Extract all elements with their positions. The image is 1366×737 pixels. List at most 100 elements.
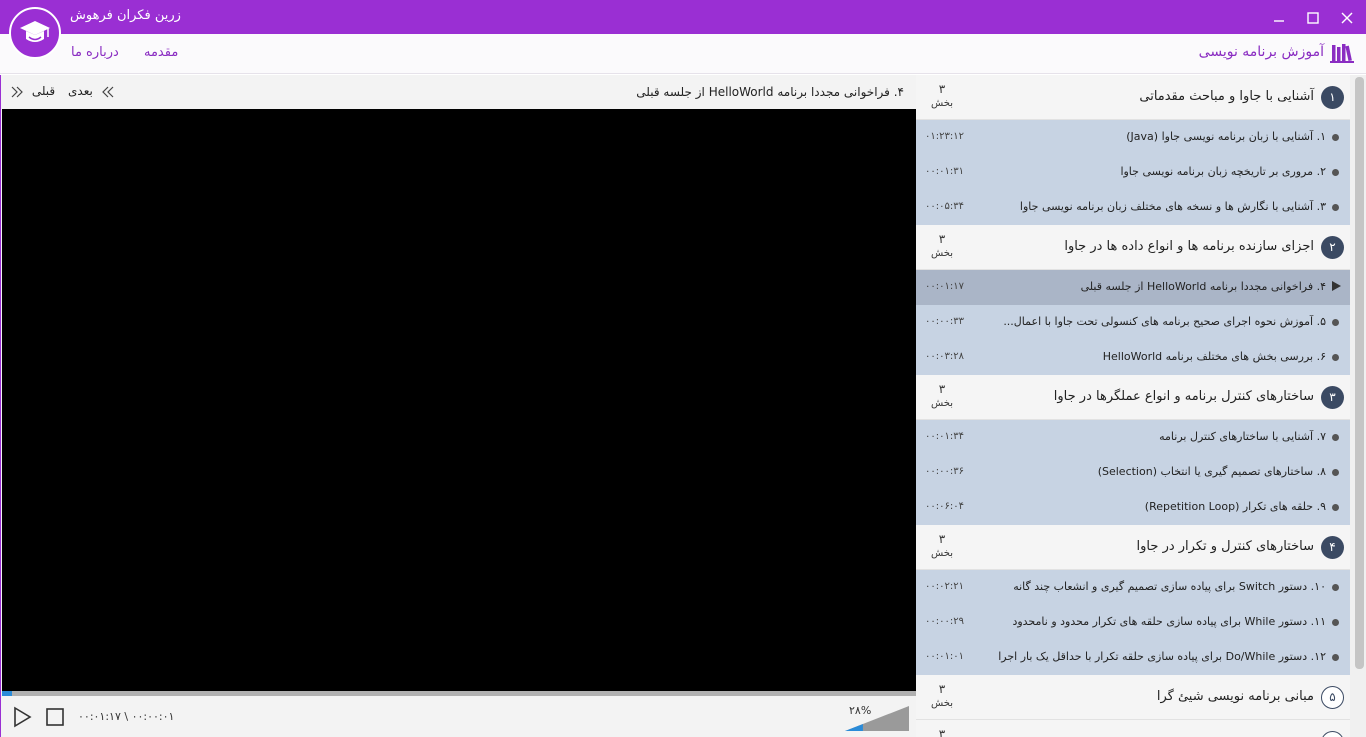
current-video-title: ۴. فراخوانی مجددا برنامه HelloWorld از ج… [636,85,904,99]
player-header: قبلی بعدی ۴. فراخوانی مجددا برنامه Hello… [1,75,916,109]
stop-button[interactable] [45,707,65,731]
section-count: ۳ بخش [928,533,956,560]
item-title: ۹. حلقه های تکرار (Repetition Loop) [1144,500,1326,513]
next-label: بعدی [68,84,93,98]
section-number: ۵ [1321,686,1344,709]
section-number: ۴ [1321,536,1344,559]
section-number [1321,731,1344,737]
section-title: ساختارهای کنترل برنامه و انواع عملگرها د… [1053,389,1314,404]
menu-about[interactable]: درباره ما [71,45,119,60]
play-icon [1332,281,1341,291]
section-header[interactable]: ۲ اجزای سازنده برنامه ها و انواع داده ها… [916,225,1350,270]
minimize-button[interactable] [1262,0,1296,34]
item-title: ۷. آشنایی با ساختارهای کنترل برنامه [1159,430,1326,443]
item-duration: ۰۰:۰۱:۳۱ [925,166,964,177]
title-bar: زرین فکران فرهوش [0,0,1366,34]
section-header[interactable]: ۴ ساختارهای کنترل و تکرار در جاوا ۳ بخش [916,525,1350,570]
section-title: ساختارهای کنترل و تکرار در جاوا [1136,539,1314,554]
window-title: زرین فکران فرهوش [70,8,181,23]
close-button[interactable] [1330,0,1364,34]
list-item[interactable]: ۸. ساختارهای تصمیم گیری یا انتخاب (Selec… [916,455,1350,490]
playlist-scrollbar[interactable] [1355,77,1364,669]
item-duration: ۰۰:۰۲:۲۱ [925,581,964,592]
list-item[interactable]: ۱۰. دستور Switch برای پیاده سازی تصمیم گ… [916,570,1350,605]
item-title: ۳. آشنایی با نگارش ها و نسخه های مختلف ز… [1019,200,1326,213]
section-count: ۳ بخش [928,383,956,410]
item-duration: ۰۰:۰۶:۰۴ [925,501,964,512]
item-duration: ۰۱:۲۳:۱۲ [925,131,964,142]
list-item[interactable]: ۲. مروری بر تاریخچه زبان برنامه نویسی جا… [916,155,1350,190]
stop-icon [46,708,64,726]
section-header[interactable]: ۳ ساختارهای کنترل برنامه و انواع عملگرها… [916,375,1350,420]
item-title: ۸. ساختارهای تصمیم گیری یا انتخاب (Selec… [1097,465,1326,478]
count-unit: بخش [931,98,953,109]
volume-slider[interactable] [845,706,909,731]
item-duration: ۰۰:۰۱:۳۴ [925,431,964,442]
item-duration: ۰۰:۰۵:۳۴ [925,201,964,212]
play-button[interactable] [12,706,32,732]
time-display: ۰۰:۰۰:۰۱ \ ۰۰:۰۱:۱۷ [78,710,175,723]
item-title: ۵. آموزش نحوه اجرای صحیح برنامه های کنسو… [1003,315,1326,328]
play-icon [14,706,32,728]
bullet-icon [1332,319,1339,326]
section-header[interactable]: ۳ [916,720,1350,737]
item-title: ۲. مروری بر تاریخچه زبان برنامه نویسی جا… [1120,165,1326,178]
item-title: ۶. بررسی بخش های مختلف برنامه HelloWorld [1102,350,1326,363]
video-area[interactable] [2,109,916,691]
app-name: آموزش برنامه نویسی [1198,44,1324,60]
item-duration: ۰۰:۰۰:۳۶ [925,466,964,477]
playlist-panel: ۱ آشنایی با جاوا و مباحث مقدماتی ۳ بخش ۱.… [916,75,1366,737]
item-title: ۱۲. دستور Do/While برای پیاده سازی حلقه … [998,650,1326,663]
item-title: ۱۱. دستور While برای پیاده سازی حلقه های… [1012,615,1326,628]
minimize-icon [1274,19,1284,22]
list-item[interactable]: ۷. آشنایی با ساختارهای کنترل برنامه ۰۰:۰۱… [916,420,1350,455]
count-value: ۳ [938,382,946,396]
list-item[interactable]: ۵. آموزش نحوه اجرای صحیح برنامه های کنسو… [916,305,1350,340]
count-value: ۳ [938,532,946,546]
menu-bar: درباره ما مقدمه آموزش برنامه نویسی [0,34,1366,74]
section-count: ۳ بخش [928,683,956,710]
item-title: ۱. آشنایی با زبان برنامه نویسی جاوا (Jav… [1126,130,1326,143]
list-item[interactable]: ۱. آشنایی با زبان برنامه نویسی جاوا (Jav… [916,120,1350,155]
prev-button[interactable]: قبلی [10,84,55,98]
section-header[interactable]: ۱ آشنایی با جاوا و مباحث مقدماتی ۳ بخش [916,75,1350,120]
list-item[interactable]: ۳. آشنایی با نگارش ها و نسخه های مختلف ز… [916,190,1350,225]
maximize-icon [1307,11,1319,24]
list-item[interactable]: ۱۱. دستور While برای پیاده سازی حلقه های… [916,605,1350,640]
bullet-icon [1332,434,1339,441]
count-unit: بخش [931,548,953,559]
item-title: ۴. فراخوانی مجددا برنامه HelloWorld از ج… [1080,280,1326,293]
list-item-active[interactable]: ۴. فراخوانی مجددا برنامه HelloWorld از ج… [916,270,1350,305]
player-controls: ۰۰:۰۰:۰۱ \ ۰۰:۰۱:۱۷ ۲۸% [1,696,916,737]
video-player-panel: قبلی بعدی ۴. فراخوانی مجددا برنامه Hello… [0,75,916,737]
prev-label: قبلی [31,84,56,98]
next-button[interactable]: بعدی [68,84,115,98]
list-item[interactable]: ۹. حلقه های تکرار (Repetition Loop) ۰۰:۰۶… [916,490,1350,525]
app-logo [9,7,61,59]
books-icon [1330,42,1354,68]
bullet-icon [1332,584,1339,591]
list-item[interactable]: ۱۲. دستور Do/While برای پیاده سازی حلقه … [916,640,1350,675]
graduation-cap-icon [20,21,50,42]
item-duration: ۰۰:۰۰:۲۹ [925,616,964,627]
item-title: ۱۰. دستور Switch برای پیاده سازی تصمیم گ… [1013,580,1326,593]
section-number: ۱ [1321,86,1344,109]
bullet-icon [1332,204,1339,211]
close-icon [1341,12,1353,23]
bullet-icon [1332,654,1339,661]
section-number: ۲ [1321,236,1344,259]
bullet-icon [1332,504,1339,511]
bullet-icon [1332,469,1339,476]
count-value: ۳ [938,682,946,696]
bullet-icon [1332,169,1339,176]
double-chevron-right-icon [11,86,23,97]
section-count: ۳ [928,728,956,737]
list-item[interactable]: ۶. بررسی بخش های مختلف برنامه HelloWorld… [916,340,1350,375]
maximize-button[interactable] [1296,0,1330,34]
menu-intro[interactable]: مقدمه [144,45,178,60]
item-duration: ۰۰:۰۳:۲۸ [925,351,964,362]
bullet-icon [1332,354,1339,361]
section-title: مبانی برنامه نویسی شیئ گرا [1156,689,1314,704]
section-count: ۳ بخش [928,83,956,110]
section-header[interactable]: ۵ مبانی برنامه نویسی شیئ گرا ۳ بخش [916,675,1350,720]
